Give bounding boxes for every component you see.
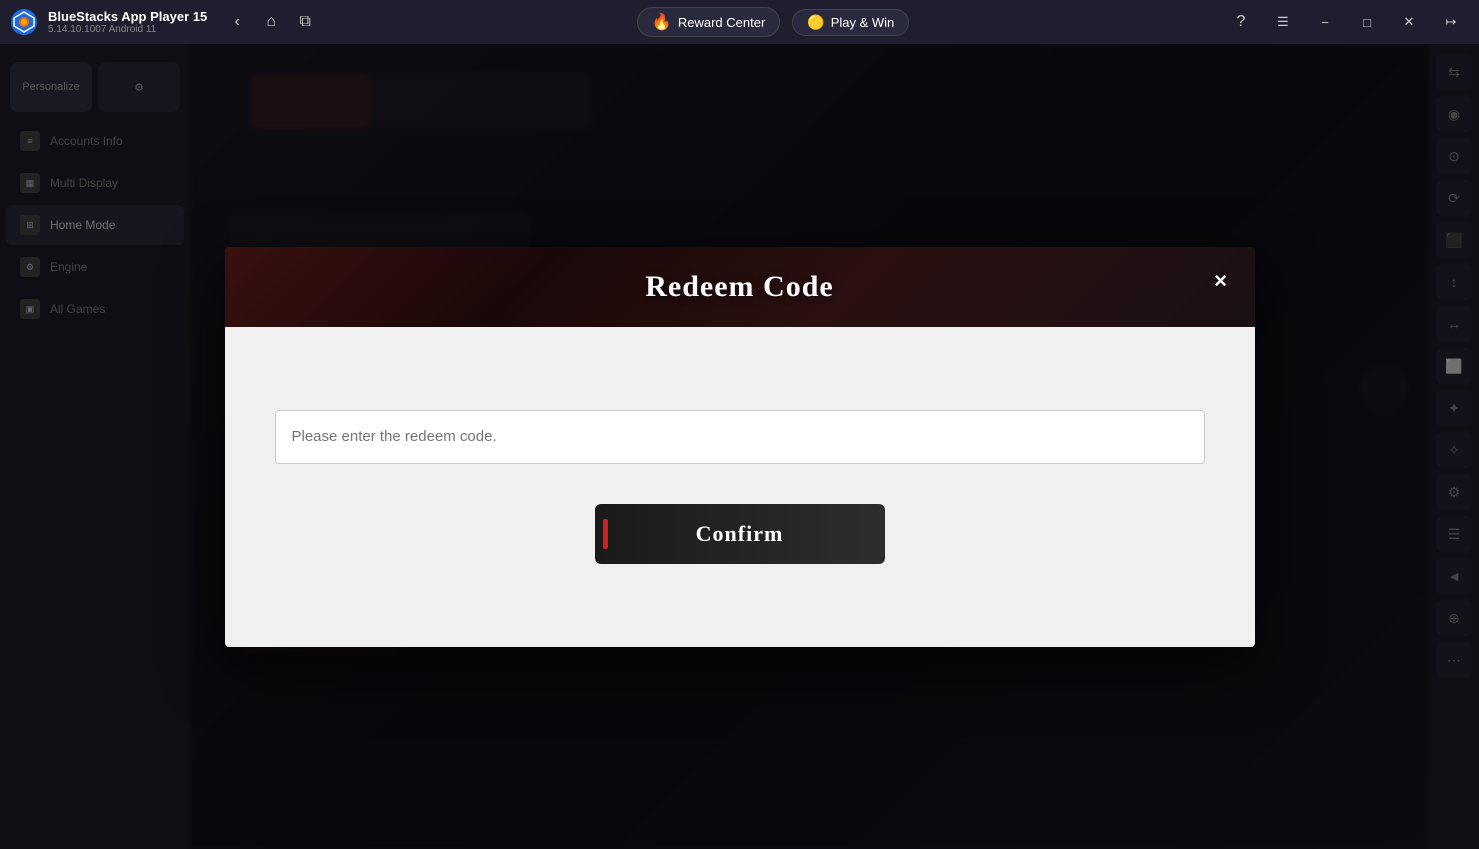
expand-button[interactable]: ↦ — [1431, 6, 1471, 38]
help-button[interactable]: ? — [1227, 8, 1255, 36]
button-accent — [603, 519, 608, 549]
app-version: 5.14.10.1007 Android 11 — [48, 24, 207, 35]
menu-button[interactable]: ☰ — [1263, 6, 1303, 38]
maximize-button[interactable]: □ — [1347, 6, 1387, 38]
fire-icon: 🔥 — [652, 12, 672, 32]
close-button[interactable]: ✕ — [1389, 6, 1429, 38]
app-name: BlueStacks App Player 15 — [48, 9, 207, 24]
redeem-code-modal: Redeem Code × Confirm — [225, 247, 1255, 647]
redeem-code-input[interactable] — [275, 410, 1205, 464]
reward-center-button[interactable]: 🔥 Reward Center — [637, 7, 780, 37]
home-button[interactable]: ⌂ — [257, 8, 285, 36]
app-logo — [8, 6, 40, 38]
modal-title: Redeem Code — [645, 270, 833, 304]
modal-overlay: Redeem Code × Confirm — [0, 44, 1479, 849]
modal-header: Redeem Code × — [225, 247, 1255, 327]
play-win-button[interactable]: 🟡 Play & Win — [792, 9, 909, 36]
modal-body: Confirm — [225, 327, 1255, 647]
play-win-label: Play & Win — [831, 15, 895, 30]
title-bar-actions: ? — [1227, 8, 1255, 36]
main-content: Personalize ⚙ ≡ Accounts Info ▦ Multi Di… — [0, 44, 1479, 849]
confirm-label: Confirm — [696, 521, 784, 547]
title-bar: BlueStacks App Player 15 5.14.10.1007 An… — [0, 0, 1479, 44]
minimize-button[interactable]: − — [1305, 6, 1345, 38]
app-info: BlueStacks App Player 15 5.14.10.1007 An… — [48, 9, 207, 35]
coin-icon: 🟡 — [807, 14, 824, 31]
title-bar-center: 🔥 Reward Center 🟡 Play & Win — [319, 7, 1227, 37]
modal-close-button[interactable]: × — [1203, 263, 1239, 299]
back-button[interactable]: ‹ — [223, 8, 251, 36]
reward-center-label: Reward Center — [678, 15, 765, 30]
nav-buttons: ‹ ⌂ ⧉ — [223, 8, 319, 36]
confirm-button[interactable]: Confirm — [595, 504, 885, 564]
tabs-button[interactable]: ⧉ — [291, 8, 319, 36]
window-controls: ☰ − □ ✕ ↦ — [1263, 6, 1471, 38]
